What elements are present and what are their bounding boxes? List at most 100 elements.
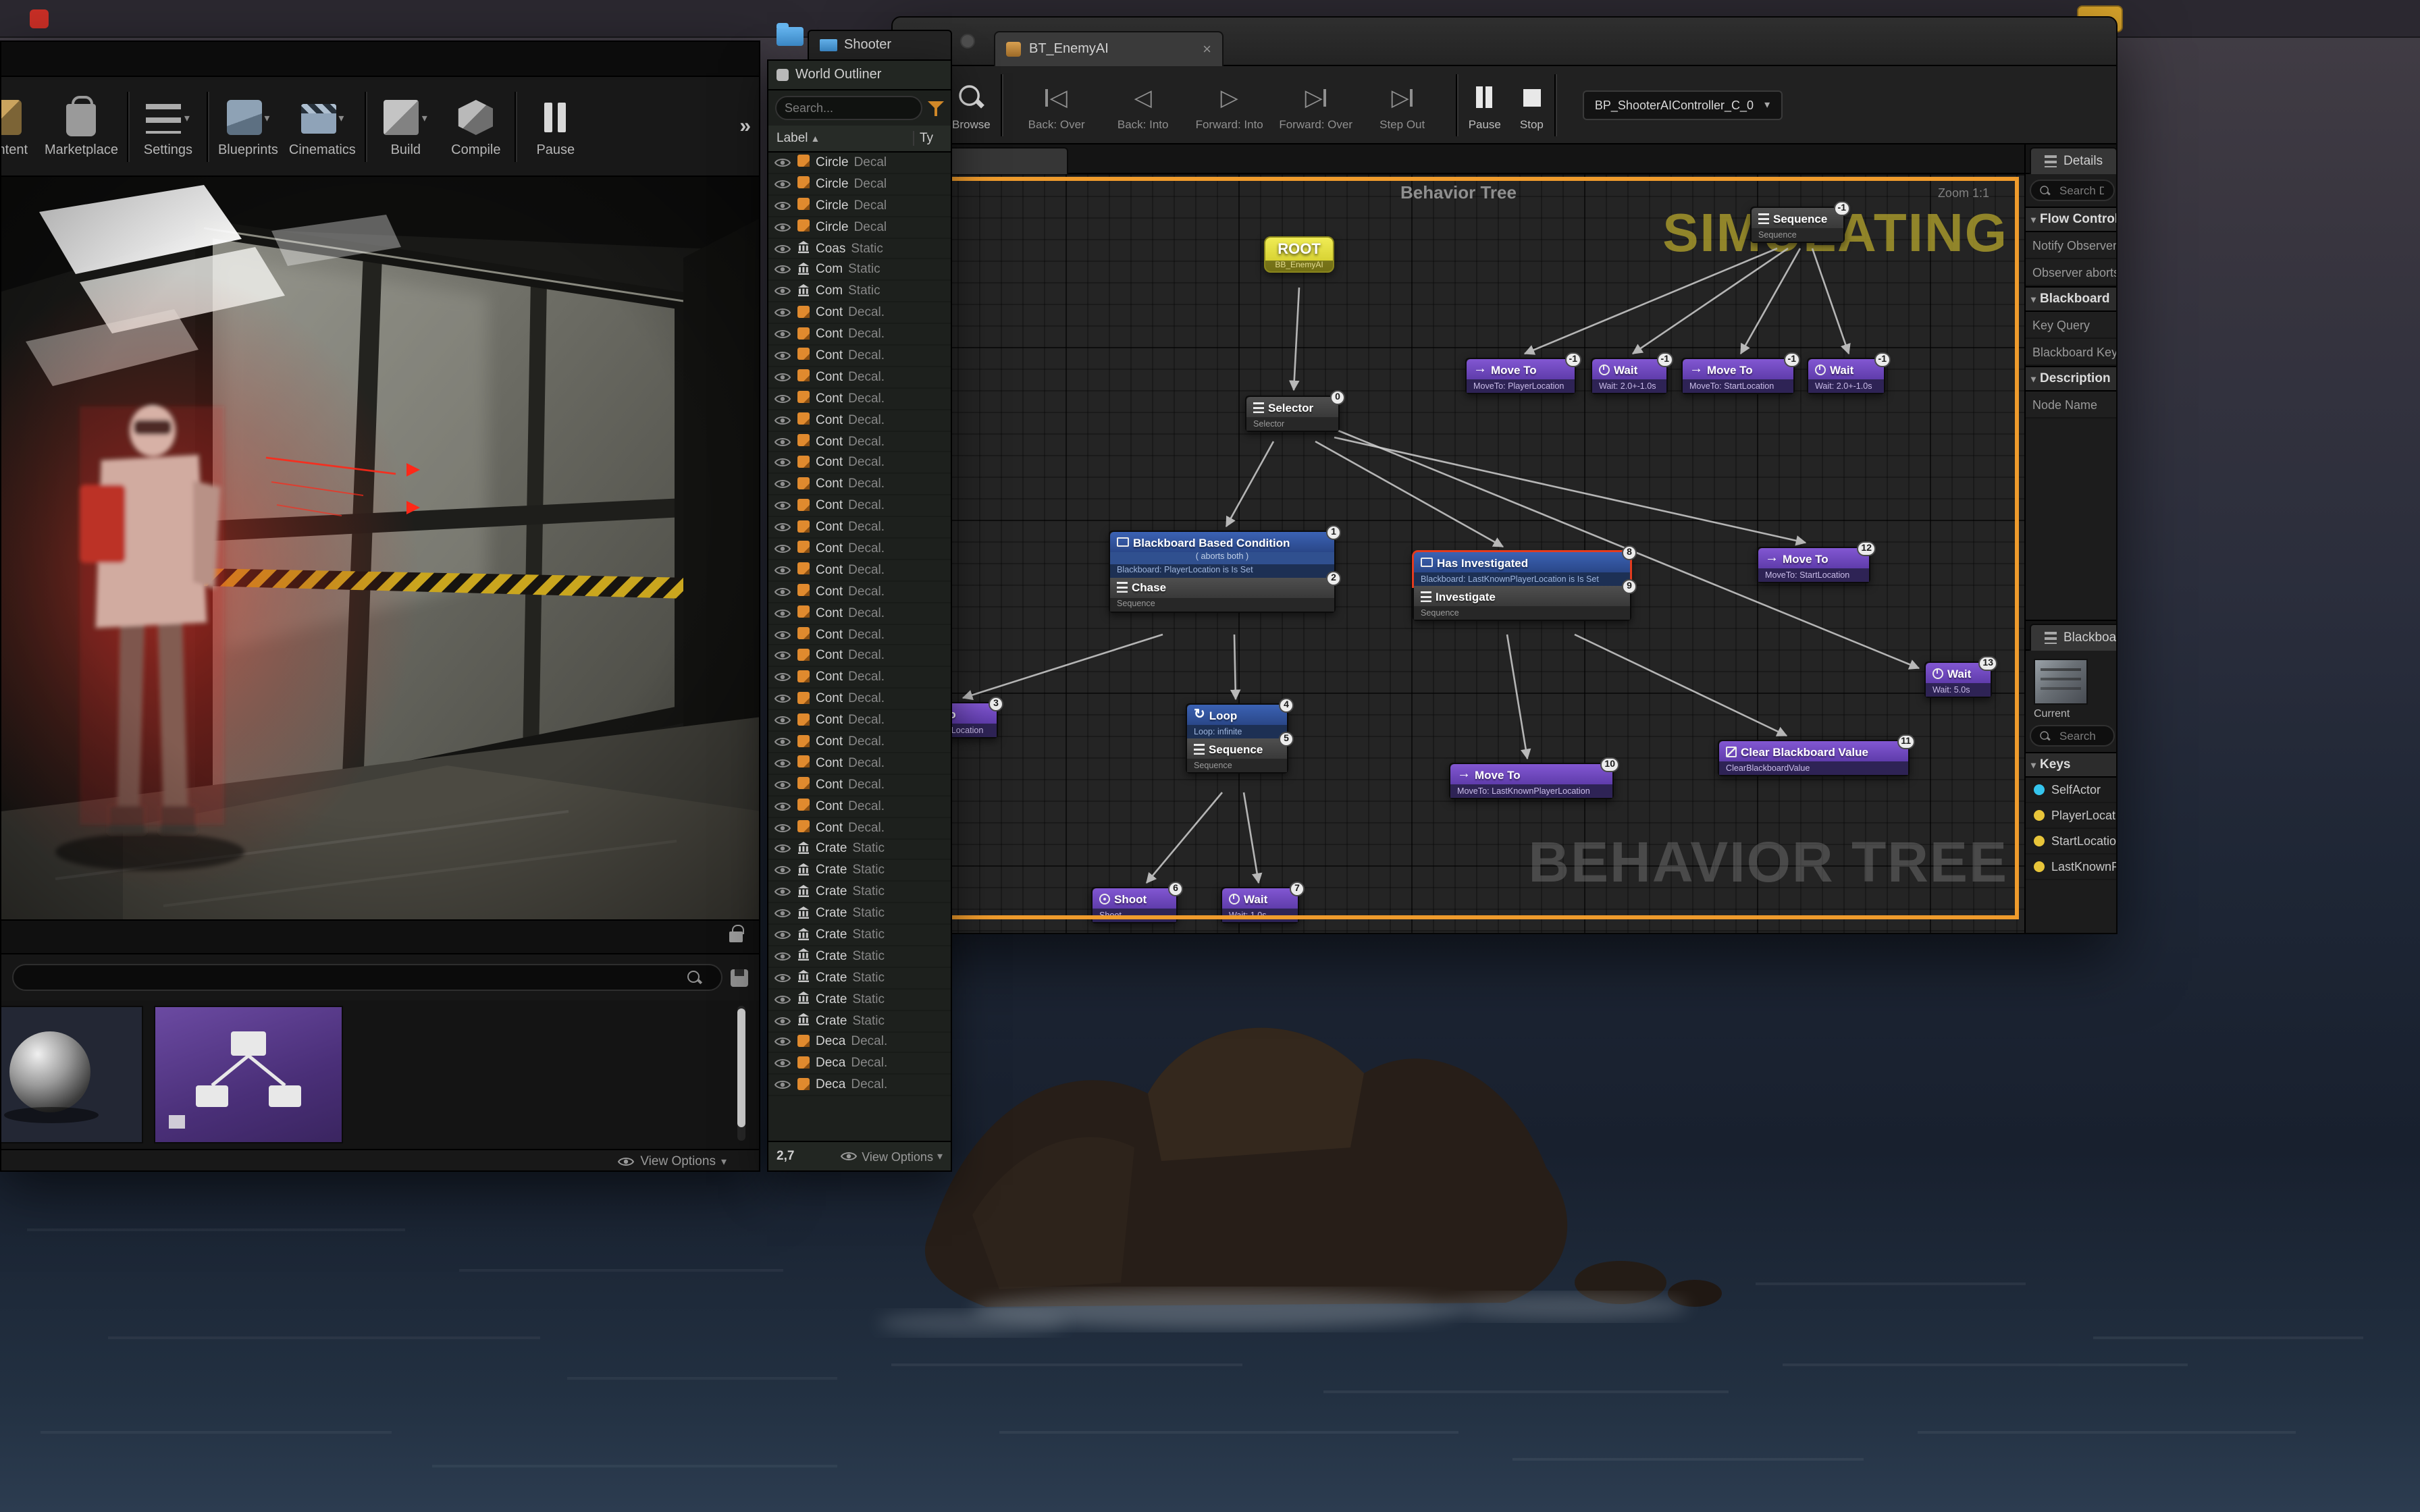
fwd-into-button[interactable]: ▷Forward: Into — [1186, 68, 1273, 141]
visibility-eye-icon[interactable] — [774, 286, 791, 298]
bt-node-shoot[interactable]: Shoot6Shoot — [1091, 887, 1178, 923]
visibility-eye-icon[interactable] — [774, 500, 791, 512]
outliner-row[interactable]: CircleDecal — [768, 196, 951, 217]
visibility-eye-icon[interactable] — [774, 521, 791, 533]
outliner-row[interactable]: CrateStatic — [768, 882, 951, 904]
outliner-row[interactable]: ContDecal. — [768, 410, 951, 431]
outliner-row[interactable]: ContDecal. — [768, 689, 951, 711]
content-browser-scrollbar[interactable] — [737, 1006, 745, 1141]
outliner-row[interactable]: ContDecal. — [768, 582, 951, 603]
toolbar-button-cinematics[interactable]: ▾Cinematics — [284, 82, 361, 171]
save-icon[interactable] — [731, 969, 748, 986]
back-over-button[interactable]: ◁Back: Over — [1014, 68, 1100, 141]
visibility-eye-icon[interactable] — [774, 650, 791, 662]
bt-node-wait-patrol-1[interactable]: Wait-1Wait: 2.0+-1.0s — [1591, 358, 1668, 394]
outliner-row[interactable]: ContDecal. — [768, 753, 951, 775]
toolbar-button-marketplace[interactable]: Marketplace — [39, 82, 124, 171]
details-section-flow-control[interactable]: ▾Flow Control — [2026, 207, 2118, 232]
visibility-eye-icon[interactable] — [774, 350, 791, 362]
bt-node-investigate[interactable]: Has Investigated8Blackboard: LastKnownPl… — [1413, 551, 1631, 621]
outliner-row[interactable]: CrateStatic — [768, 861, 951, 882]
outliner-row[interactable]: CrateStatic — [768, 903, 951, 925]
outliner-row[interactable]: ContDecal. — [768, 796, 951, 817]
visibility-eye-icon[interactable] — [774, 564, 791, 576]
tab-details[interactable]: Details — [2030, 147, 2118, 174]
visibility-eye-icon[interactable] — [774, 199, 791, 211]
outliner-row[interactable]: ContDecal. — [768, 346, 951, 367]
visibility-eye-icon[interactable] — [774, 736, 791, 748]
visibility-eye-icon[interactable] — [774, 157, 791, 169]
visibility-eye-icon[interactable] — [774, 907, 791, 919]
outliner-row[interactable]: ContDecal. — [768, 453, 951, 475]
blackboard-key-startlocation[interactable]: StartLocation — [2026, 829, 2118, 855]
visibility-eye-icon[interactable] — [774, 972, 791, 984]
details-section-description[interactable]: ▾Description — [2026, 366, 2118, 392]
content-browser-search-input[interactable] — [12, 964, 722, 991]
visibility-eye-icon[interactable] — [774, 779, 791, 791]
tab-shooter[interactable]: Shooter — [808, 30, 952, 59]
visibility-eye-icon[interactable] — [774, 950, 791, 963]
debug-object-dropdown[interactable]: BP_ShooterAIController_C_0 ▾ — [1583, 90, 1782, 119]
outliner-row[interactable]: ContDecal. — [768, 560, 951, 582]
details-property-notify-observer[interactable]: Notify Observer — [2026, 232, 2118, 259]
visibility-eye-icon[interactable] — [774, 543, 791, 555]
visibility-eye-icon[interactable] — [774, 392, 791, 404]
filter-funnel-icon[interactable] — [928, 100, 944, 116]
outliner-row[interactable]: DecaDecal. — [768, 1075, 951, 1097]
level-viewport[interactable] — [1, 177, 760, 919]
blackboard-search-input[interactable] — [2057, 728, 2107, 744]
visibility-eye-icon[interactable] — [774, 479, 791, 491]
blackboard-key-playerlocation[interactable]: PlayerLocation — [2026, 803, 2118, 829]
outliner-row[interactable]: CoasStatic — [768, 238, 951, 260]
visibility-eye-icon[interactable] — [774, 714, 791, 726]
visibility-eye-icon[interactable] — [774, 178, 791, 190]
bt-node-moveto-player-patrol[interactable]: Move To-1MoveTo: PlayerLocation — [1465, 358, 1576, 394]
outliner-row[interactable]: CrateStatic — [768, 968, 951, 990]
blackboard-key-selfactor[interactable]: SelfActor — [2026, 778, 2118, 803]
outliner-row[interactable]: DecaDecal. — [768, 1032, 951, 1054]
visibility-eye-icon[interactable] — [774, 929, 791, 941]
visibility-eye-icon[interactable] — [774, 628, 791, 641]
outliner-row[interactable]: ContDecal. — [768, 324, 951, 346]
visibility-eye-icon[interactable] — [774, 821, 791, 834]
browse-button[interactable]: Browse — [952, 68, 991, 141]
outliner-column-headers[interactable]: Label▲ Ty — [768, 126, 951, 153]
outliner-row[interactable]: ComStatic — [768, 281, 951, 303]
outliner-row[interactable]: ComStatic — [768, 260, 951, 281]
visibility-eye-icon[interactable] — [774, 843, 791, 855]
view-options-button[interactable]: View Options — [640, 1154, 716, 1169]
asset-thumbnail-behavior-tree[interactable] — [154, 1006, 343, 1143]
outliner-row[interactable]: ContDecal. — [768, 367, 951, 389]
visibility-eye-icon[interactable] — [774, 435, 791, 448]
outliner-row[interactable]: ContDecal. — [768, 817, 951, 839]
visibility-eye-icon[interactable] — [774, 264, 791, 276]
bt-node-wait-5s[interactable]: Wait13Wait: 5.0s — [1924, 662, 1992, 698]
stop-button[interactable]: Stop — [1520, 68, 1544, 141]
outliner-row[interactable]: CircleDecal — [768, 153, 951, 174]
visibility-eye-icon[interactable] — [774, 242, 791, 254]
bt-node-sequence-patrol[interactable]: Sequence-1Sequence — [1750, 207, 1845, 243]
toolbar-button-content[interactable]: Content — [1, 82, 39, 171]
visibility-eye-icon[interactable] — [774, 865, 791, 877]
visibility-eye-icon[interactable] — [774, 607, 791, 619]
outliner-row[interactable]: ContDecal. — [768, 496, 951, 518]
outliner-row[interactable]: ContDecal. — [768, 389, 951, 410]
visibility-eye-icon[interactable] — [774, 328, 791, 340]
visibility-eye-icon[interactable] — [774, 886, 791, 898]
close-tab-icon[interactable]: × — [1203, 41, 1211, 57]
outliner-row[interactable]: ContDecal. — [768, 710, 951, 732]
visibility-eye-icon[interactable] — [774, 1015, 791, 1027]
outliner-row[interactable]: ContDecal. — [768, 431, 951, 453]
visibility-eye-icon[interactable] — [774, 1036, 791, 1048]
bt-node-wait-patrol-2[interactable]: Wait-1Wait: 2.0+-1.0s — [1807, 358, 1885, 394]
toolbar-button-blueprints[interactable]: ▾Blueprints — [213, 82, 284, 171]
outliner-row[interactable]: ContDecal. — [768, 603, 951, 624]
toolbar-button-build[interactable]: ▾Build — [371, 82, 441, 171]
details-property-blackboard-key[interactable]: Blackboard Key — [2026, 339, 2118, 366]
bt-node-clear-blackboard[interactable]: Clear Blackboard Value11ClearBlackboardV… — [1718, 740, 1910, 776]
tab-bt-enemyai[interactable]: BT_EnemyAI × — [994, 31, 1224, 66]
outliner-search-input[interactable] — [775, 96, 922, 120]
outliner-row[interactable]: CrateStatic — [768, 925, 951, 946]
fwd-over-button[interactable]: ▷Forward: Over — [1273, 68, 1359, 141]
visibility-eye-icon[interactable] — [774, 672, 791, 684]
